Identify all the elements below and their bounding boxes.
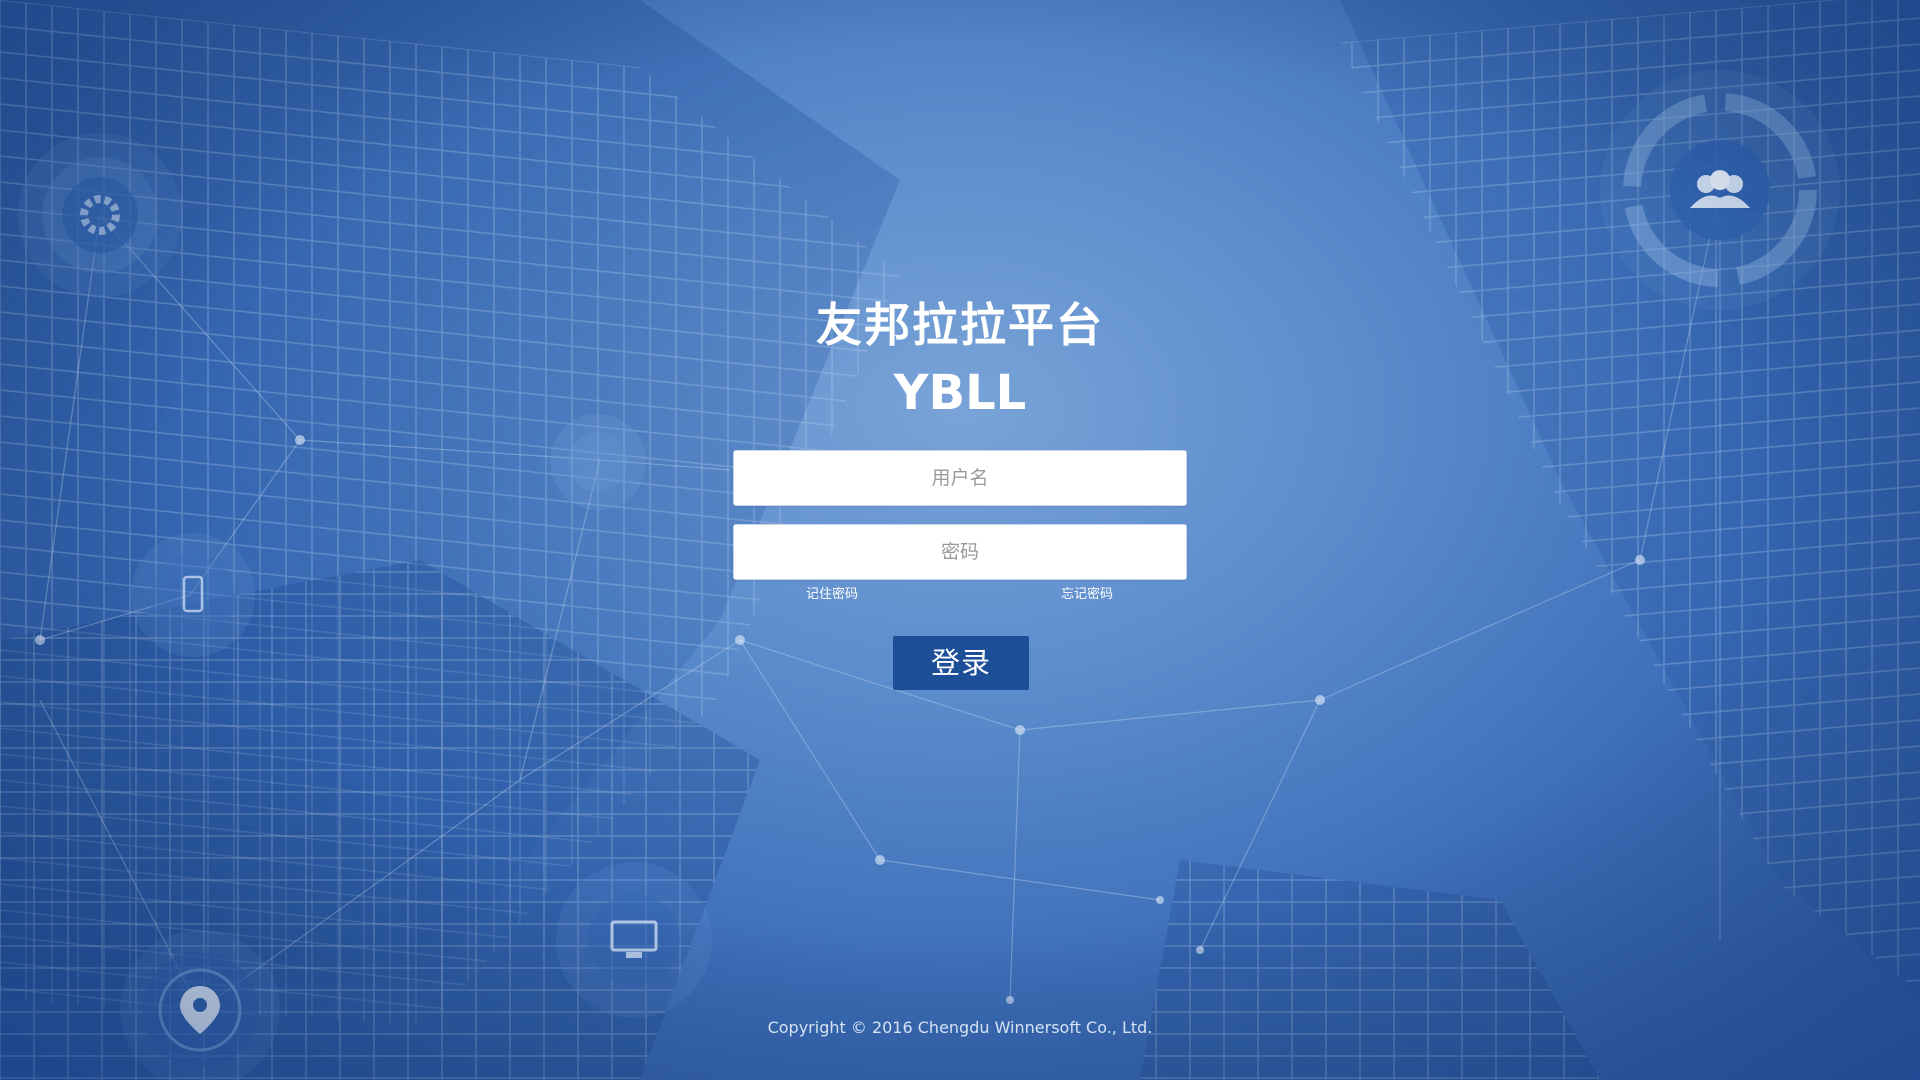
copyright-text: Copyright © 2016 Chengdu Winnersoft Co.,… bbox=[767, 1018, 1153, 1037]
remember-password-link[interactable]: 记住密码 bbox=[806, 586, 858, 604]
username-input[interactable] bbox=[733, 450, 1187, 506]
login-button[interactable]: 登录 bbox=[893, 636, 1029, 690]
password-input[interactable] bbox=[733, 524, 1187, 580]
platform-subtitle: YBLL bbox=[893, 365, 1027, 421]
forgot-password-link[interactable]: 忘记密码 bbox=[1061, 586, 1113, 604]
platform-title: 友邦拉拉平台 bbox=[816, 298, 1104, 352]
